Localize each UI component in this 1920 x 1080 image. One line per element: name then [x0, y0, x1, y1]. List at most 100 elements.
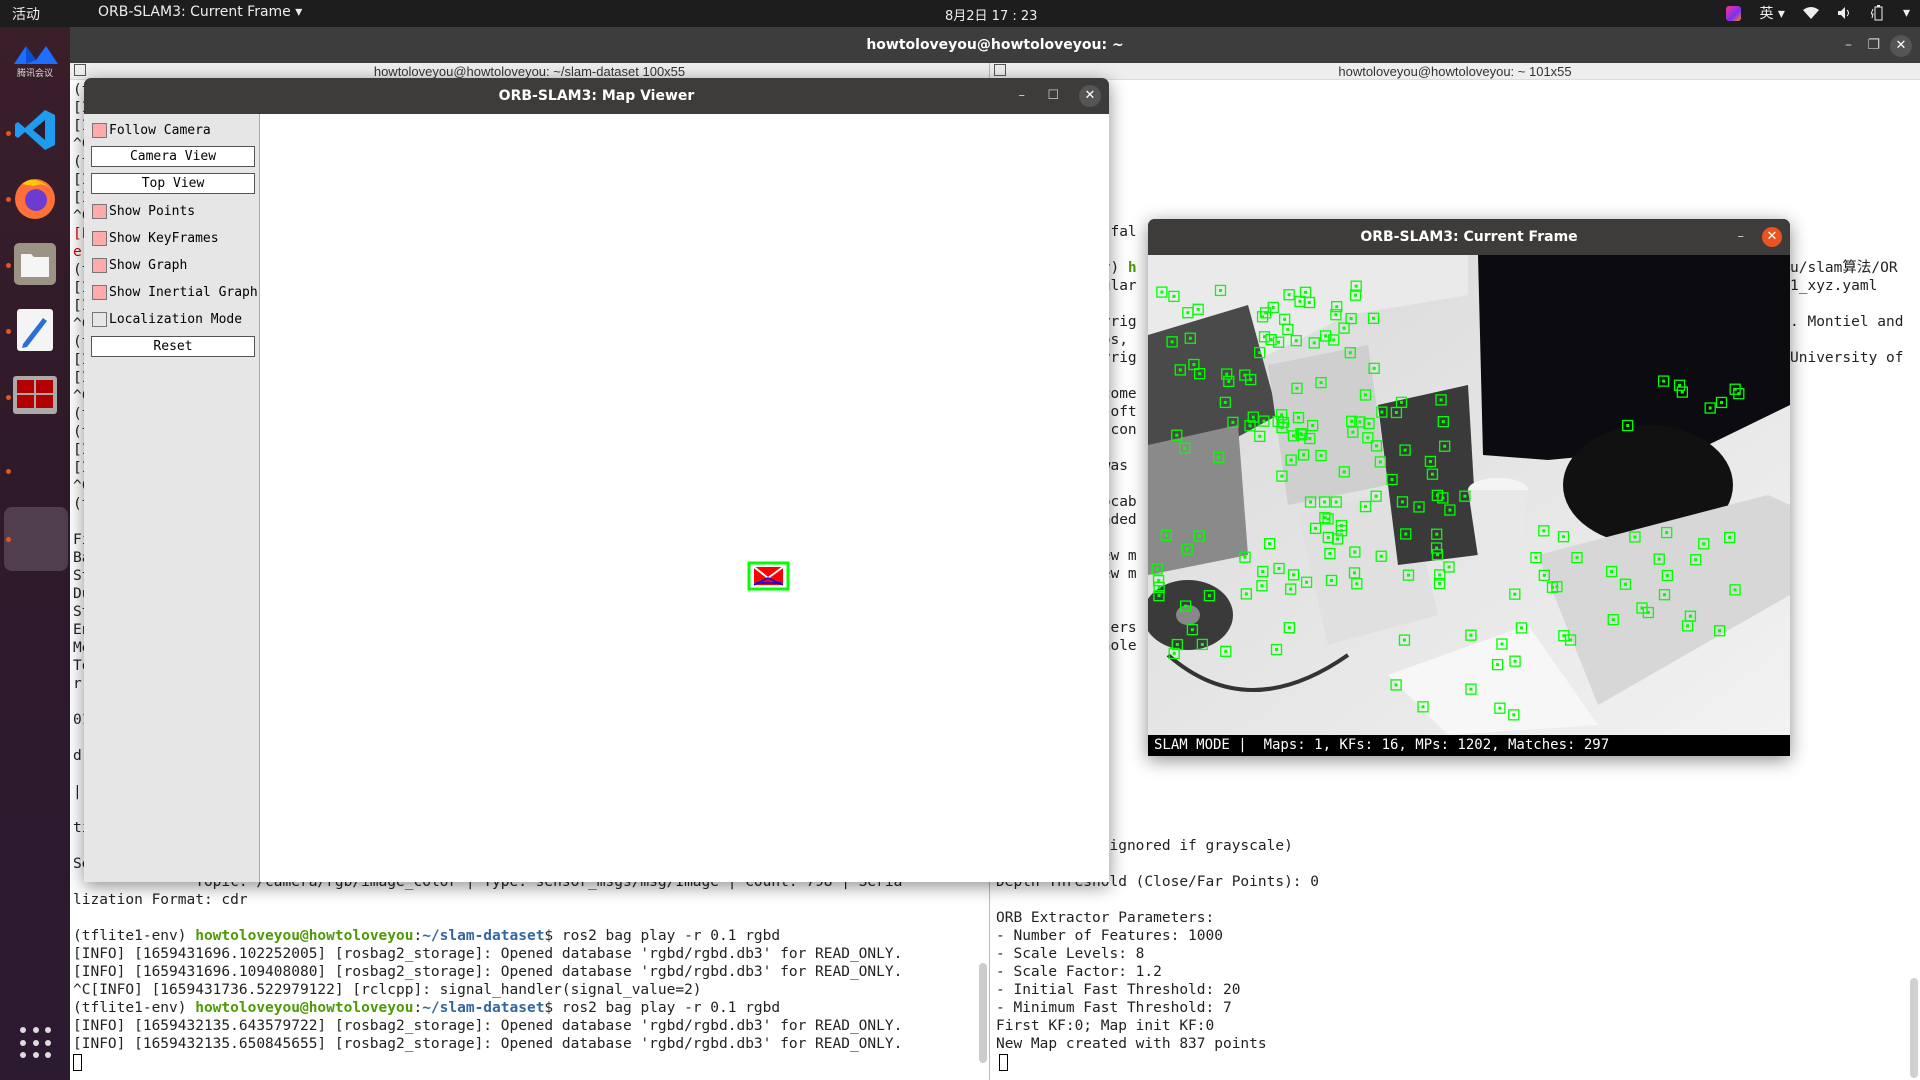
checkbox-label: Show Graph	[109, 257, 188, 273]
show-graph-checkbox[interactable]: Show Graph	[92, 256, 187, 274]
close-button[interactable]: ✕	[1762, 227, 1782, 247]
dock-text-editor[interactable]	[10, 305, 60, 355]
dock-vscode[interactable]	[10, 105, 60, 155]
minimize-button[interactable]: –	[1845, 27, 1852, 63]
terminal-prompt-line: (tflite1-env) howtoloveyou@howtoloveyou:…	[73, 1000, 781, 1016]
map-viewer-window: ORB-SLAM3: Map Viewer – ☐ ✕ Follow Camer…	[84, 78, 1109, 882]
terminal-line-fragment: University of	[1790, 350, 1904, 366]
dock: 腾讯会议	[0, 27, 70, 1080]
jetbrains-toolbox-icon[interactable]	[1726, 5, 1742, 21]
close-button[interactable]: ✕	[1079, 85, 1101, 107]
close-button[interactable]: ✕	[1890, 34, 1912, 57]
minimize-button[interactable]: –	[1019, 78, 1026, 114]
current-frame-window: ORB-SLAM3: Current Frame – ✕ SLAM MODE |…	[1148, 219, 1790, 756]
tencent-meeting-label: 腾讯会议	[16, 68, 53, 79]
terminator-icon	[13, 376, 57, 414]
dock-tencent-meeting[interactable]: 腾讯会议	[10, 35, 60, 85]
checkbox-label: Show Inertial Graph	[109, 284, 258, 300]
book	[1148, 425, 1248, 575]
localization-mode-checkbox[interactable]: Localization Mode	[92, 310, 242, 328]
map-viewer-control-panel: Follow Camera Camera View Top View Show …	[84, 114, 260, 882]
show-keyframes-checkbox[interactable]: Show KeyFrames	[92, 229, 219, 247]
files-icon	[14, 243, 56, 285]
show-applications-button[interactable]	[20, 1027, 52, 1059]
right-terminal-scrollbar[interactable]	[1910, 978, 1918, 1078]
terminal-cursor	[73, 1053, 82, 1071]
checkbox-box[interactable]	[92, 230, 107, 246]
input-method-indicator[interactable]: 英 ▾	[1759, 3, 1784, 23]
terminal-line: [INFO] [1659432135.650845655] [rosbag2_s…	[73, 1036, 903, 1052]
left-terminal-scrollbar[interactable]	[979, 963, 987, 1063]
terminal-line: - Number of Features: 1000	[996, 928, 1223, 944]
terminal-line: lization Format: cdr	[73, 892, 248, 908]
running-indicator	[6, 537, 11, 542]
terminal-title: howtoloveyou@howtoloveyou: ~	[866, 37, 1124, 53]
top-view-button[interactable]: Top View	[91, 173, 255, 194]
checkbox-box[interactable]	[92, 122, 107, 138]
terminal-line: ORB Extractor Parameters:	[996, 910, 1215, 926]
terminal-split-icon[interactable]	[994, 64, 1006, 76]
current-frame-titlebar[interactable]: ORB-SLAM3: Current Frame – ✕	[1148, 219, 1790, 255]
dock-active-app[interactable]	[4, 507, 68, 571]
current-frame-title: ORB-SLAM3: Current Frame	[1360, 229, 1578, 245]
text-editor-icon	[17, 309, 53, 351]
system-tray[interactable]: 英 ▾ ▾	[1726, 3, 1910, 23]
current-camera-frustum	[747, 561, 790, 591]
maximize-button[interactable]: ☐	[1047, 78, 1059, 114]
terminal-line: [INFO] [1659432135.643579722] [rosbag2_s…	[73, 1018, 903, 1034]
terminal-line: - Initial Fast Threshold: 20	[996, 982, 1241, 998]
terminal-line-fragment: u/slam算法/OR	[1790, 260, 1898, 276]
terminal-cursor	[999, 1053, 1008, 1071]
checkbox-box[interactable]	[92, 311, 107, 327]
minimize-button[interactable]: –	[1738, 219, 1745, 255]
map-viewer-title: ORB-SLAM3: Map Viewer	[498, 88, 695, 104]
terminal-line: - Scale Factor: 1.2	[996, 964, 1162, 980]
dock-firefox[interactable]	[10, 172, 60, 222]
checkbox-box[interactable]	[92, 203, 107, 219]
right-terminal-header: howtoloveyou@howtoloveyou: ~ 101x55	[990, 63, 1920, 80]
dock-files[interactable]	[10, 239, 60, 289]
terminal-line: [INFO] [1659431696.102252005] [rosbag2_s…	[73, 946, 903, 962]
camera-view-button[interactable]: Camera View	[91, 146, 255, 167]
terminal-line: [INFO] [1659431696.109408080] [rosbag2_s…	[73, 964, 903, 980]
firefox-icon	[15, 179, 55, 219]
terminal-line: - Minimum Fast Threshold: 7	[996, 1000, 1232, 1016]
reset-button[interactable]: Reset	[91, 336, 255, 357]
left-terminal-title: howtoloveyou@howtoloveyou: ~/slam-datase…	[373, 64, 686, 79]
terminal-line: ^C[INFO] [1659431736.522979122] [rclcpp]…	[73, 982, 702, 998]
terminal-line: - Scale Levels: 8	[996, 946, 1145, 962]
show-points-checkbox[interactable]: Show Points	[92, 202, 195, 220]
top-bar: 活动 ORB-SLAM3: Current Frame ▾ 8月2日 17 : …	[0, 0, 1920, 27]
checkbox-box[interactable]	[92, 284, 107, 300]
terminal-line-fragment: 1_xyz.yaml	[1790, 278, 1878, 294]
running-indicator	[6, 469, 11, 474]
terminal-line-fragment: . Montiel and	[1790, 314, 1904, 330]
follow-camera-checkbox[interactable]: Follow Camera	[92, 121, 211, 139]
show-inertial-graph-checkbox[interactable]: Show Inertial Graph	[92, 283, 258, 301]
tracking-status-bar: SLAM MODE | Maps: 1, KFs: 16, MPs: 1202,…	[1148, 735, 1790, 756]
wifi-icon[interactable]	[1802, 6, 1819, 20]
checkbox-label: Follow Camera	[109, 122, 211, 138]
map-viewer-titlebar[interactable]: ORB-SLAM3: Map Viewer – ☐ ✕	[84, 78, 1109, 114]
terminal-prompt-line: (tflite1-env) howtoloveyou@howtoloveyou:…	[73, 928, 781, 944]
camera-frame-image	[1148, 255, 1790, 735]
terminal-split-icon[interactable]	[74, 64, 86, 76]
clock[interactable]: 8月2日 17 : 23	[945, 5, 1037, 24]
maximize-button[interactable]: ❐	[1867, 27, 1880, 63]
right-terminal-title: howtoloveyou@howtoloveyou: ~ 101x55	[1338, 64, 1572, 79]
volume-icon[interactable]	[1837, 6, 1853, 20]
activities-button[interactable]: 活动	[12, 4, 40, 24]
map-viewer-3d-canvas[interactable]	[261, 114, 1109, 882]
tencent-meeting-icon	[14, 45, 58, 64]
camera-scene	[1148, 255, 1790, 735]
vscode-icon	[15, 110, 55, 150]
checkbox-label: Show KeyFrames	[109, 230, 219, 246]
close-icon: ✕	[1079, 85, 1101, 107]
app-menu[interactable]: ORB-SLAM3: Current Frame ▾	[98, 4, 302, 20]
system-menu-chevron-icon[interactable]: ▾	[1903, 5, 1910, 21]
checkbox-box[interactable]	[92, 257, 107, 273]
battery-icon[interactable]	[1870, 5, 1885, 21]
dock-terminator[interactable]	[10, 370, 60, 420]
